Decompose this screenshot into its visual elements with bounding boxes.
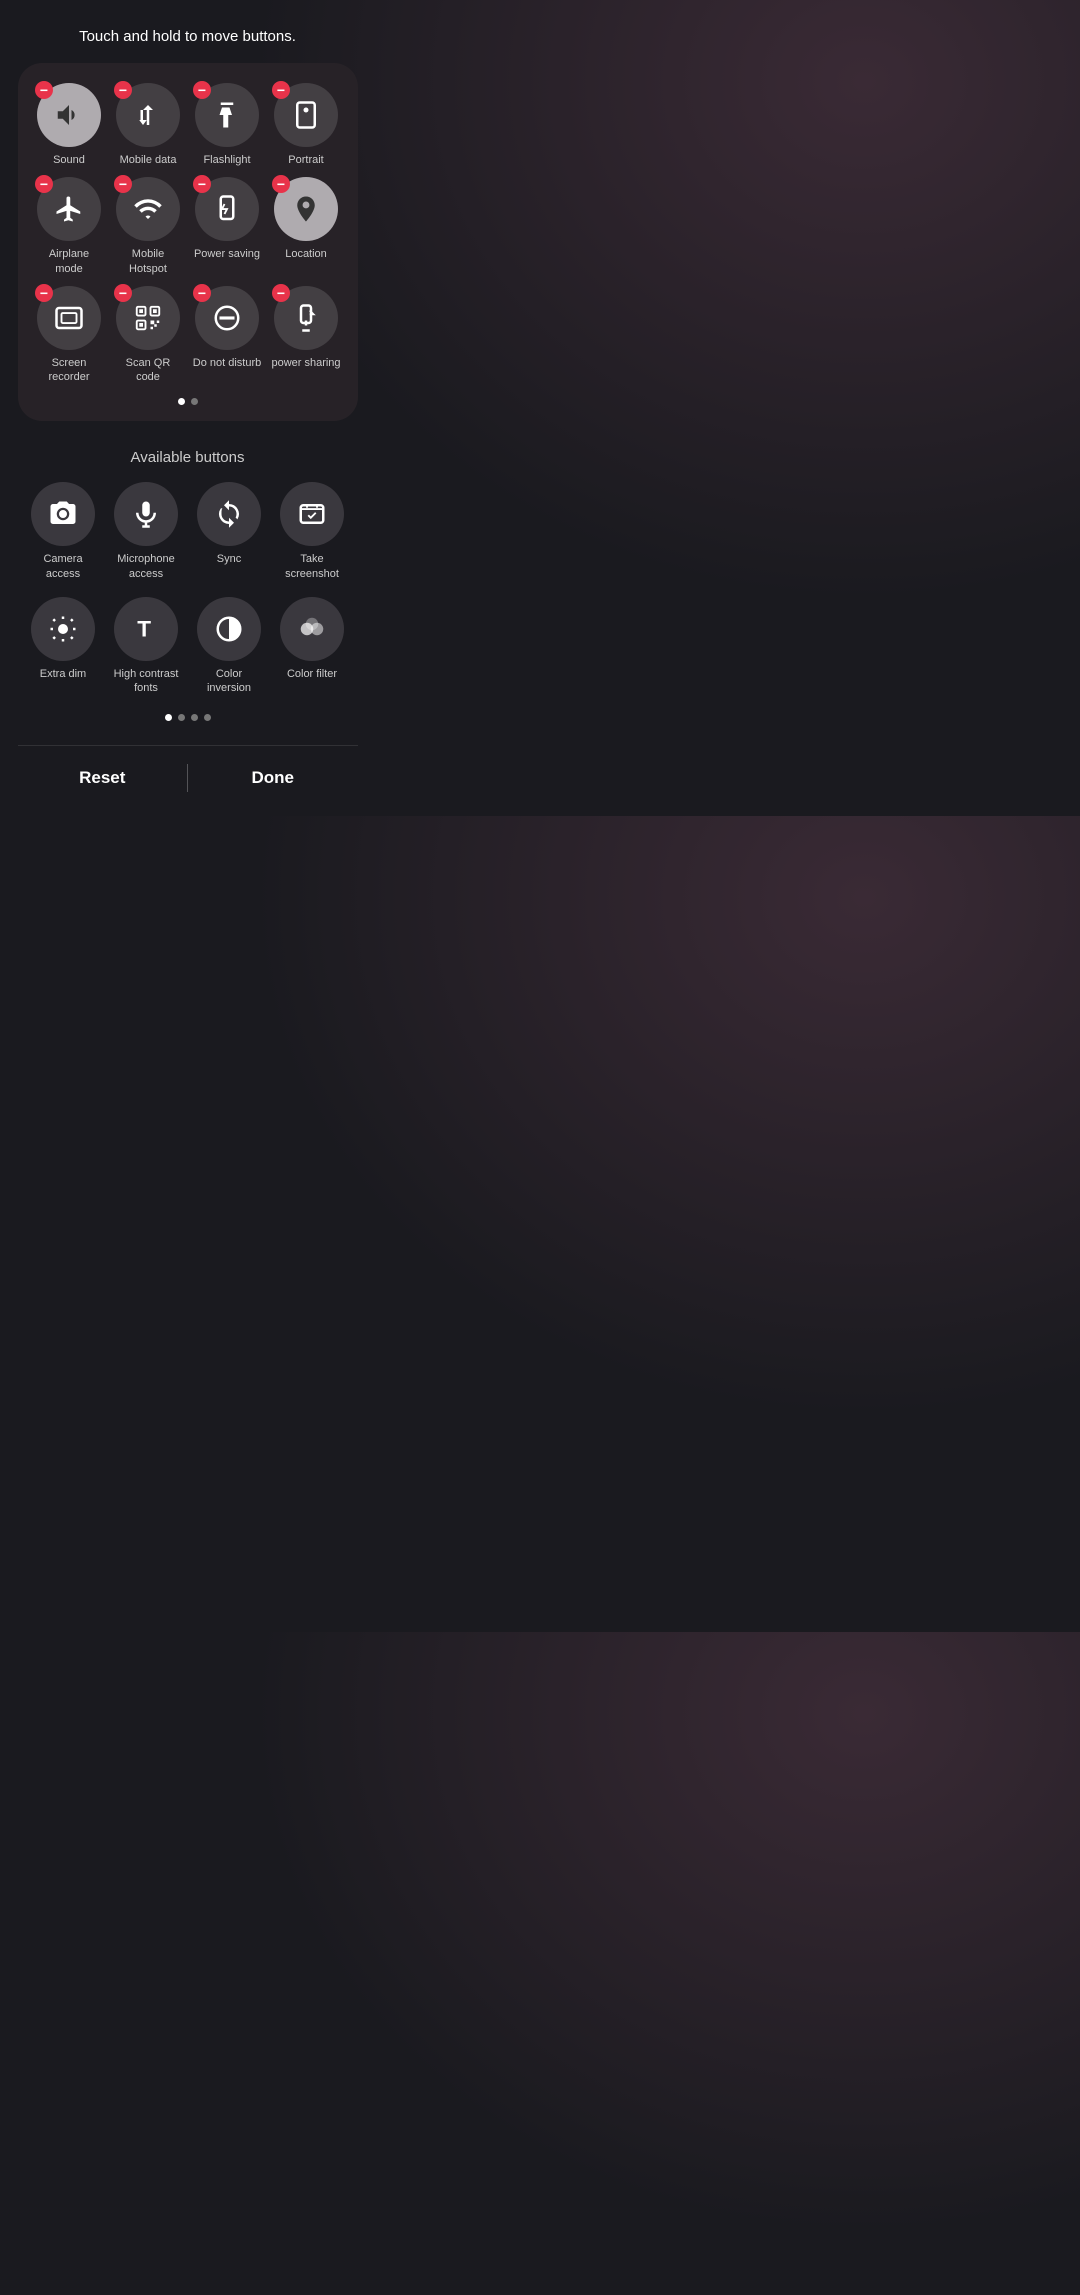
panel-btn-scan-qr[interactable]: − Scan QR code	[113, 286, 183, 385]
panel-btn-flashlight[interactable]: − Flashlight	[195, 83, 259, 167]
camera-access-icon	[31, 482, 95, 546]
avail-btn-camera-access[interactable]: Camera access	[28, 482, 98, 581]
remove-badge[interactable]: −	[193, 284, 211, 302]
avail-btn-sync[interactable]: Sync	[197, 482, 261, 581]
panel-dot	[191, 398, 198, 405]
done-button[interactable]: Done	[188, 760, 358, 796]
power-sharing-label: power sharing	[271, 356, 340, 370]
avail-btn-microphone-access[interactable]: Microphone access	[111, 482, 181, 581]
panel-btn-location[interactable]: − Location	[274, 177, 338, 276]
sound-label: Sound	[53, 153, 85, 167]
airplane-mode-label: Airplane mode	[34, 247, 104, 276]
remove-badge[interactable]: −	[193, 81, 211, 99]
remove-badge[interactable]: −	[114, 81, 132, 99]
color-inversion-label: Color inversion	[194, 667, 264, 696]
remove-badge[interactable]: −	[272, 175, 290, 193]
scan-qr-label: Scan QR code	[113, 356, 183, 385]
avail-btn-color-filter[interactable]: Color filter	[280, 597, 344, 696]
power-sharing-icon: −	[274, 286, 338, 350]
remove-badge[interactable]: −	[193, 175, 211, 193]
panel-dots	[34, 398, 342, 405]
available-dot	[165, 714, 172, 721]
panel-btn-sound[interactable]: − Sound	[37, 83, 101, 167]
flashlight-icon: −	[195, 83, 259, 147]
panel-btn-airplane-mode[interactable]: − Airplane mode	[34, 177, 104, 276]
avail-btn-high-contrast-fonts[interactable]: T High contrast fonts	[111, 597, 181, 696]
sound-icon: −	[37, 83, 101, 147]
remove-badge[interactable]: −	[114, 175, 132, 193]
available-dot	[191, 714, 198, 721]
panel-btn-mobile-hotspot[interactable]: − Mobile Hotspot	[113, 177, 183, 276]
svg-text:T: T	[137, 617, 151, 642]
color-filter-label: Color filter	[287, 667, 337, 681]
flashlight-label: Flashlight	[203, 153, 250, 167]
microphone-access-label: Microphone access	[111, 552, 181, 581]
microphone-access-icon	[114, 482, 178, 546]
camera-access-label: Camera access	[28, 552, 98, 581]
instruction-text: Touch and hold to move buttons.	[59, 0, 316, 63]
panel-grid: −Sound−Mobile data−Flashlight−Portrait−A…	[34, 83, 342, 384]
airplane-mode-icon: −	[37, 177, 101, 241]
panel-dot	[178, 398, 185, 405]
panel-btn-portrait[interactable]: − Portrait	[274, 83, 338, 167]
avail-btn-extra-dim[interactable]: Extra dim	[31, 597, 95, 696]
remove-badge[interactable]: −	[272, 81, 290, 99]
mobile-data-label: Mobile data	[120, 153, 177, 167]
avail-btn-take-screenshot[interactable]: Take screenshot	[277, 482, 347, 581]
remove-badge[interactable]: −	[35, 175, 53, 193]
mobile-hotspot-label: Mobile Hotspot	[113, 247, 183, 276]
bottom-bar: Reset Done	[18, 745, 358, 796]
screen-recorder-label: Screen recorder	[34, 356, 104, 385]
high-contrast-fonts-label: High contrast fonts	[111, 667, 181, 696]
remove-badge[interactable]: −	[35, 81, 53, 99]
portrait-label: Portrait	[288, 153, 323, 167]
location-label: Location	[285, 247, 327, 261]
do-not-disturb-label: Do not disturb	[193, 356, 261, 370]
remove-badge[interactable]: −	[35, 284, 53, 302]
panel-btn-power-sharing[interactable]: − power sharing	[271, 286, 340, 385]
reset-button[interactable]: Reset	[18, 760, 188, 796]
sync-label: Sync	[217, 552, 241, 566]
panel-btn-mobile-data[interactable]: − Mobile data	[116, 83, 180, 167]
screen-recorder-icon: −	[37, 286, 101, 350]
available-dots	[165, 714, 211, 721]
extra-dim-label: Extra dim	[40, 667, 86, 681]
high-contrast-fonts-icon: T	[114, 597, 178, 661]
panel-btn-power-saving[interactable]: − Power saving	[194, 177, 260, 276]
available-grid: Camera access Microphone access Sync Take s…	[18, 482, 358, 695]
power-saving-icon: −	[195, 177, 259, 241]
location-icon: −	[274, 177, 338, 241]
available-dot	[204, 714, 211, 721]
panel-btn-screen-recorder[interactable]: − Screen recorder	[34, 286, 104, 385]
take-screenshot-label: Take screenshot	[277, 552, 347, 581]
quick-settings-panel: −Sound−Mobile data−Flashlight−Portrait−A…	[18, 63, 358, 421]
extra-dim-icon	[31, 597, 95, 661]
take-screenshot-icon	[280, 482, 344, 546]
panel-btn-do-not-disturb[interactable]: − Do not disturb	[193, 286, 261, 385]
remove-badge[interactable]: −	[272, 284, 290, 302]
color-inversion-icon	[197, 597, 261, 661]
power-saving-label: Power saving	[194, 247, 260, 261]
available-dot	[178, 714, 185, 721]
scan-qr-icon: −	[116, 286, 180, 350]
color-filter-icon	[280, 597, 344, 661]
do-not-disturb-icon: −	[195, 286, 259, 350]
mobile-hotspot-icon: −	[116, 177, 180, 241]
available-title: Available buttons	[131, 449, 245, 466]
sync-icon	[197, 482, 261, 546]
avail-btn-color-inversion[interactable]: Color inversion	[194, 597, 264, 696]
mobile-data-icon: −	[116, 83, 180, 147]
remove-badge[interactable]: −	[114, 284, 132, 302]
portrait-icon: −	[274, 83, 338, 147]
